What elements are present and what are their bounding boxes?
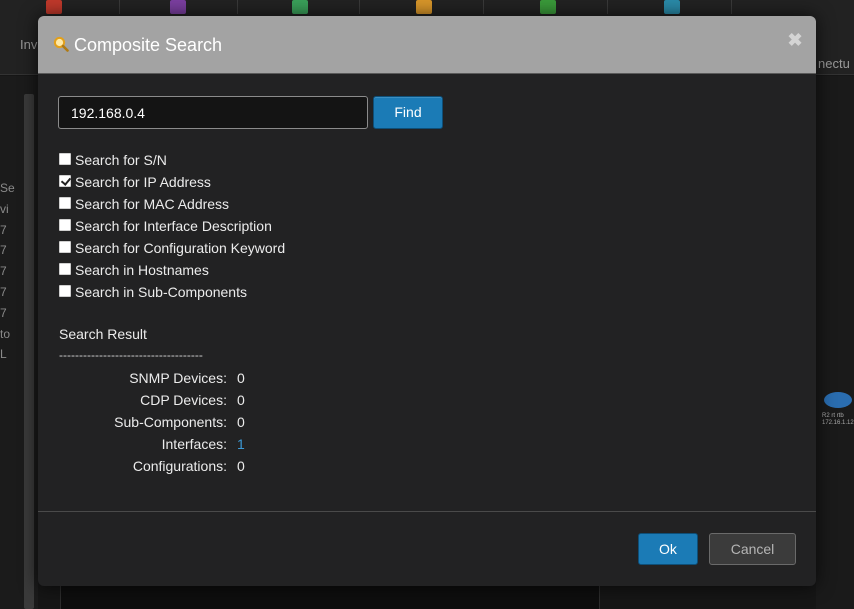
result-row-snmp-devices: SNMP Devices: 0 (38, 370, 245, 388)
dialog-header: Composite Search ✖ (38, 16, 816, 74)
left-panel-char: 7 (0, 284, 7, 299)
toolbar-tool-settings[interactable] (488, 0, 608, 14)
result-value: 0 (237, 458, 245, 474)
router-icon[interactable] (824, 392, 852, 408)
note-icon (292, 0, 308, 14)
search-result-divider: ------------------------------------ (59, 348, 203, 362)
find-button[interactable]: Find (373, 96, 443, 129)
checkbox[interactable] (59, 285, 71, 297)
toolbar-label-right: nectu (818, 56, 850, 71)
chart-icon (170, 0, 186, 14)
left-panel-scrollbar[interactable] (24, 94, 34, 609)
dialog-footer-divider (38, 511, 816, 512)
composite-search-dialog: Composite Search ✖ Find Search for S/N S… (38, 16, 816, 586)
toolbar-label-left: Inv (20, 37, 38, 52)
checkbox[interactable] (59, 241, 71, 253)
magnifier-icon (53, 36, 69, 52)
result-label: CDP Devices: (140, 392, 227, 408)
router-label: R2 rt rtb 172.16.1.12 (822, 413, 854, 427)
result-row-sub-components: Sub-Components: 0 (38, 414, 245, 432)
left-panel-char: 7 (0, 222, 7, 237)
toolbar-tool-network[interactable] (612, 0, 732, 14)
result-value: 0 (237, 370, 245, 386)
result-row-configurations: Configurations: 0 (38, 458, 245, 476)
checkbox[interactable] (59, 175, 71, 187)
result-value: 0 (237, 392, 245, 408)
result-label: SNMP Devices: (129, 370, 227, 386)
option-label: Search for Configuration Keyword (75, 240, 286, 256)
toolbar-tool-notes[interactable] (240, 0, 360, 14)
checkbox[interactable] (59, 153, 71, 165)
router-label-ip: 172.16.1.12 (822, 420, 854, 426)
close-button[interactable]: ✖ (786, 30, 804, 50)
bottom-panel (60, 586, 600, 609)
search-input[interactable] (58, 96, 368, 129)
dialog-title: Composite Search (74, 35, 223, 55)
result-label: Configurations: (132, 458, 227, 474)
cancel-button[interactable]: Cancel (709, 533, 796, 565)
toolbar-tool-reports[interactable] (118, 0, 238, 14)
left-panel-text: Se vi 7 7 7 7 7 to L (0, 178, 15, 365)
option-label: Search for MAC Address (75, 196, 230, 212)
option-label: Search for S/N (75, 152, 167, 168)
option-label: Search for Interface Description (75, 218, 272, 234)
router-label-name: R2 rt rtb (822, 413, 844, 419)
result-value-link[interactable]: 1 (237, 436, 245, 452)
wrench-icon (416, 0, 432, 14)
ok-button[interactable]: Ok (638, 533, 698, 565)
left-panel-char: 7 (0, 305, 7, 320)
result-label: Sub-Components: (114, 414, 227, 430)
search-result-title: Search Result (59, 326, 147, 342)
checkbox[interactable] (59, 263, 71, 275)
result-row-interfaces: Interfaces: 1 (38, 436, 245, 454)
left-panel-char: 7 (0, 243, 7, 258)
gear-icon (540, 0, 556, 14)
checkbox[interactable] (59, 219, 71, 231)
topology-canvas (816, 76, 854, 609)
toolbar-tool-inventory[interactable] (0, 0, 120, 14)
option-label: Search in Hostnames (75, 262, 209, 278)
left-panel-char: to (0, 326, 11, 341)
result-label: Interfaces: (161, 436, 227, 452)
checkbox[interactable] (59, 197, 71, 209)
result-row-cdp-devices: CDP Devices: 0 (38, 392, 245, 410)
left-panel-char: L (0, 347, 7, 362)
left-panel-char: Se (0, 181, 15, 195)
network-icon (664, 0, 680, 14)
option-label: Search in Sub-Components (75, 284, 247, 300)
left-panel-char: 7 (0, 264, 7, 279)
result-value: 0 (237, 414, 245, 430)
left-panel-char: vi (0, 201, 9, 216)
inventory-icon (46, 0, 62, 14)
option-label: Search for IP Address (75, 174, 211, 190)
toolbar-tool-tools[interactable] (364, 0, 484, 14)
